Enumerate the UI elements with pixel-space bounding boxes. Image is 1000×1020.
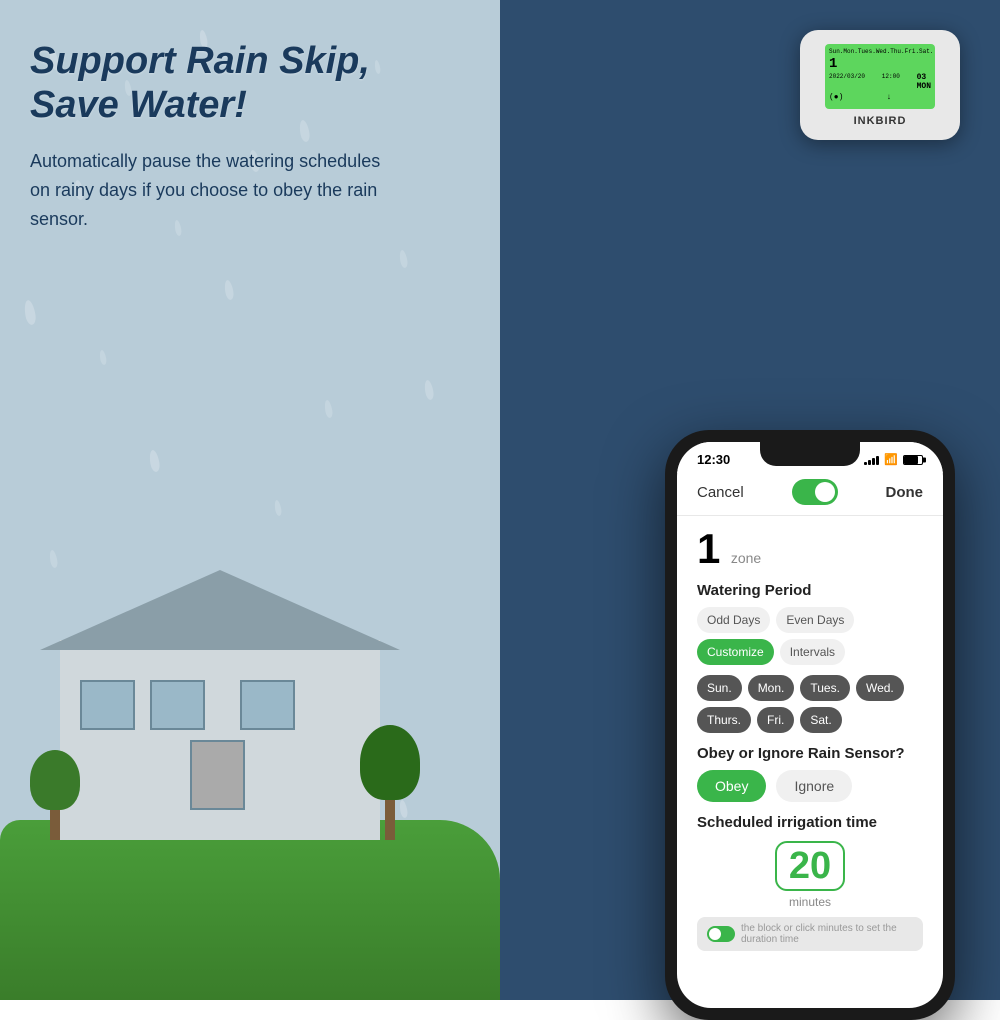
day-buttons-row2: Thurs. Fri. Sat.	[697, 707, 923, 733]
period-odd-days[interactable]: Odd Days	[697, 607, 770, 633]
rain-sensor-title: Obey or Ignore Rain Sensor?	[697, 745, 923, 762]
signal-icon	[864, 455, 879, 465]
irrigation-unit: minutes	[697, 895, 923, 909]
day-mon[interactable]: Mon.	[748, 675, 795, 701]
headline: Support Rain Skip, Save Water!	[30, 40, 450, 127]
phone-outer: 12:30 📶 Cancel	[665, 430, 955, 1020]
left-content: Support Rain Skip, Save Water! Automatic…	[0, 0, 480, 234]
hint-bar: the block or click minutes to set the du…	[697, 917, 923, 951]
screen-zone: 1	[829, 56, 931, 72]
house-scene	[0, 520, 500, 1000]
status-time: 12:30	[697, 452, 730, 467]
headline-line2: Save Water!	[30, 84, 247, 126]
day-fri[interactable]: Fri.	[757, 707, 794, 733]
zone-label: zone	[731, 550, 761, 566]
irrigation-title: Scheduled irrigation time	[697, 814, 923, 831]
device-container: Sun.Mon.Tues.Wed.Thu.Fri.Sat. 1 2022/03/…	[800, 30, 960, 140]
phone-screen: 12:30 📶 Cancel	[677, 442, 943, 1008]
zone-number: 1	[697, 525, 720, 572]
day-tue[interactable]: Tues.	[800, 675, 850, 701]
device-outer: Sun.Mon.Tues.Wed.Thu.Fri.Sat. 1 2022/03/…	[800, 30, 960, 140]
screen-status: (●) ↓	[829, 93, 931, 102]
phone-notch	[760, 442, 860, 466]
irrigation-value[interactable]: 20	[775, 841, 845, 891]
watering-period-title: Watering Period	[697, 582, 923, 599]
phone-content: 1 zone Watering Period Odd Days Even Day…	[677, 516, 943, 992]
period-even-days[interactable]: Even Days	[776, 607, 854, 633]
zone-row: 1 zone	[697, 528, 923, 570]
day-thu[interactable]: Thurs.	[697, 707, 751, 733]
status-icons: 📶	[864, 453, 923, 466]
toggle-switch[interactable]	[792, 479, 838, 505]
period-buttons: Odd Days Even Days Customize Intervals	[697, 607, 923, 665]
irrigation-value-container: 20 minutes	[697, 841, 923, 909]
period-intervals[interactable]: Intervals	[780, 639, 845, 665]
day-sun[interactable]: Sun.	[697, 675, 742, 701]
period-customize[interactable]: Customize	[697, 639, 774, 665]
screen-row-days: Sun.Mon.Tues.Wed.Thu.Fri.Sat.	[829, 48, 931, 55]
rain-buttons: Obey Ignore	[697, 770, 923, 802]
screen-datetime: 2022/03/2012:0003MON	[829, 73, 931, 91]
day-sat[interactable]: Sat.	[800, 707, 841, 733]
subtext: Automatically pause the watering schedul…	[30, 147, 390, 233]
rain-obey-button[interactable]: Obey	[697, 770, 766, 802]
wifi-icon: 📶	[884, 453, 898, 466]
battery-icon	[903, 455, 923, 465]
device-screen: Sun.Mon.Tues.Wed.Thu.Fri.Sat. 1 2022/03/…	[825, 44, 935, 109]
hint-toggle[interactable]	[707, 926, 735, 942]
rain-ignore-button[interactable]: Ignore	[776, 770, 852, 802]
phone-container: 12:30 📶 Cancel	[640, 430, 980, 1020]
day-buttons-row1: Sun. Mon. Tues. Wed.	[697, 675, 923, 701]
done-button[interactable]: Done	[885, 484, 923, 501]
day-wed[interactable]: Wed.	[856, 675, 904, 701]
device-brand: INKBIRD	[854, 115, 907, 127]
nav-bar: Cancel Done	[677, 473, 943, 516]
hint-text: the block or click minutes to set the du…	[741, 923, 913, 945]
cancel-button[interactable]: Cancel	[697, 484, 744, 501]
headline-line1: Support Rain Skip,	[30, 40, 370, 82]
